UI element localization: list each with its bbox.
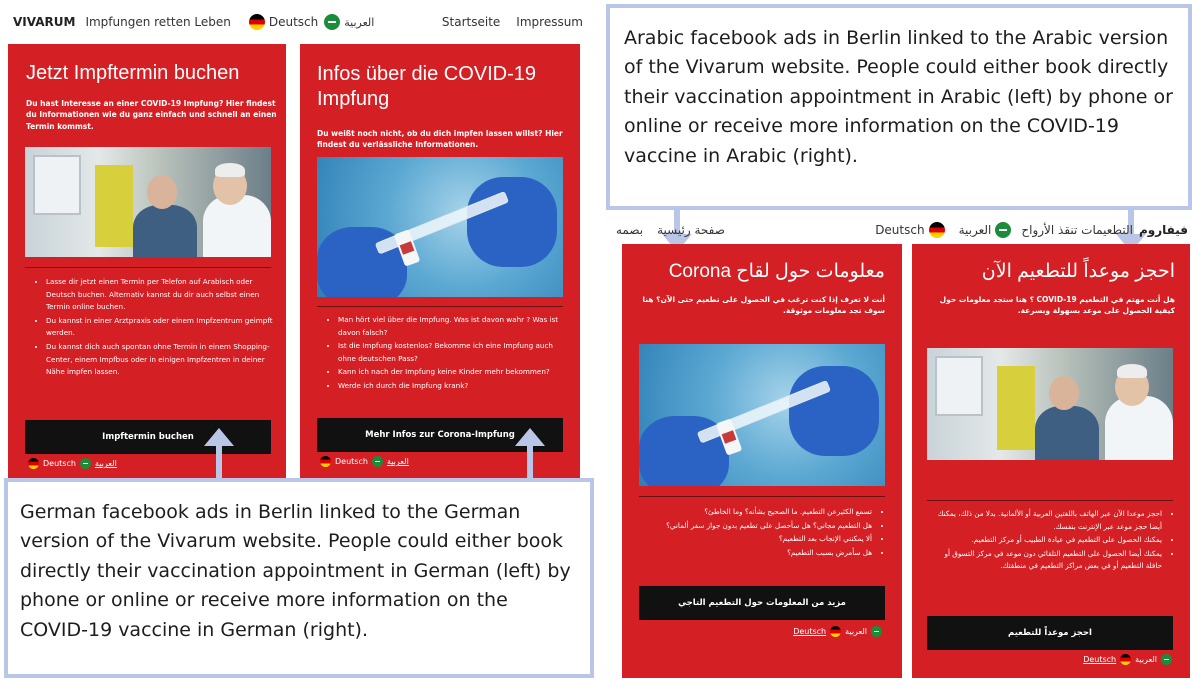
germany-flag-icon [928, 222, 945, 238]
saudi-flag-icon [995, 222, 1012, 238]
saudi-flag-icon [324, 14, 341, 30]
card-intro: Du hast Interesse an einer COVID-19 Impf… [26, 99, 277, 131]
card-lang-switch: Deutsch العربية [320, 456, 409, 467]
card-lang-ar[interactable]: العربية [387, 457, 409, 466]
arabic-caption-text: Arabic facebook ads in Berlin linked to … [624, 27, 1173, 167]
card-lang-ar[interactable]: العربية [1135, 655, 1157, 664]
german-nav-bar: VIVARUM Impfungen retten Leben Deutsch ا… [13, 8, 583, 36]
card-title: معلومات حول لقاح Corona [668, 261, 885, 282]
card-bullet-list: Man hört viel über die Impfung. Was ist … [338, 314, 572, 394]
card-bullet-list: احجز موعدا الآن عبر الهاتف باللغتين العر… [930, 508, 1162, 574]
list-item: Du kannst in einer Arztpraxis oder einem… [46, 315, 278, 340]
list-item: Kann ich nach der Impfung keine Kinder m… [338, 366, 572, 379]
card-intro: هل أنت مهتم في التطعيم COVID-19 ؟ هنا ست… [939, 295, 1175, 316]
card-covid-info-ar: معلومات حول لقاح Corona أنت لا تعرف إذا … [622, 244, 902, 678]
list-item: Werde ich durch die Impfung krank? [338, 380, 572, 393]
card-lang-de[interactable]: Deutsch [43, 459, 76, 468]
lang-switch-ar[interactable]: العربية [959, 223, 992, 237]
saudi-flag-icon [79, 458, 91, 469]
list-item: Du kannst dich auch spontan ohne Termin … [46, 341, 278, 379]
saudi-flag-icon [1161, 654, 1172, 665]
list-item: يمكنك أيضا الحصول على التطعيم التلقائي د… [930, 548, 1162, 573]
card-bullet-list: تسمع الكثيرعن التطعيم. ما الصحيح بشأنه؟ … [638, 506, 872, 560]
card-lang-switch: العربية Deutsch [793, 626, 882, 637]
tagline: التطعيمات تنقذ الأرواح [1021, 223, 1133, 237]
card-intro: أنت لا تعرف إذا كنت ترغب في الحصول على ت… [642, 295, 885, 316]
germany-flag-icon [320, 456, 331, 467]
card-covid-info-de: Infos über die COVID-19 Impfung Du weißt… [300, 44, 580, 478]
lang-switch-de[interactable]: Deutsch [875, 223, 924, 237]
nav-link-home[interactable]: Startseite [442, 15, 500, 29]
card-title: Jetzt Impftermin buchen [26, 62, 240, 84]
book-appointment-button[interactable]: احجز موعداً للتطعيم [927, 616, 1173, 650]
brand-logo[interactable]: VIVARUM [13, 15, 75, 29]
card-title: احجز موعداً للتطعيم الآن [981, 261, 1175, 282]
more-info-button[interactable]: مزيد من المعلومات حول التطعيم التاجي [639, 586, 885, 620]
germany-flag-icon [1120, 654, 1132, 665]
card-lang-de[interactable]: Deutsch [335, 457, 368, 466]
arrow-up-icon [527, 444, 533, 480]
card-lang-switch: Deutsch العربية [28, 458, 117, 469]
card-title: Infos über die COVID-19 Impfung [317, 63, 536, 110]
arabic-caption-box: Arabic facebook ads in Berlin linked to … [606, 4, 1192, 210]
card-intro: Du weißt noch nicht, ob du dich impfen l… [317, 129, 563, 150]
brand-logo[interactable]: فيفاروم [1139, 223, 1188, 237]
vaccine-syringe-photo [317, 157, 563, 297]
card-bullet-list: Lasse dir jetzt einen Termin per Telefon… [46, 276, 278, 380]
card-lang-de[interactable]: Deutsch [1083, 655, 1116, 664]
list-item: Lasse dir jetzt einen Termin per Telefon… [46, 276, 278, 314]
germany-flag-icon [28, 458, 39, 469]
arrow-up-icon [216, 444, 222, 480]
list-item: تسمع الكثيرعن التطعيم. ما الصحيح بشأنه؟ … [638, 506, 872, 519]
nav-link-home[interactable]: صفحة رئيسية [657, 223, 725, 237]
book-appointment-button[interactable]: Impftermin buchen [25, 420, 271, 454]
card-lang-de[interactable]: Deutsch [793, 627, 826, 636]
arrow-up-icon [204, 428, 234, 446]
germany-flag-icon [830, 626, 842, 637]
card-lang-switch: العربية Deutsch [1083, 654, 1172, 665]
card-lang-ar[interactable]: العربية [95, 459, 117, 468]
lang-switch-de[interactable]: Deutsch [269, 15, 318, 29]
list-item: هل سأمرض بسبب التطعيم؟ [638, 547, 872, 560]
card-lang-ar[interactable]: العربية [845, 627, 867, 636]
saudi-flag-icon [371, 456, 383, 467]
list-item: هل التطعيم مجاني؟ هل سأحصل على تطعيم بدو… [638, 520, 872, 533]
list-item: ألا يمكنني الإنجاب بعد التطعيم؟ [638, 533, 872, 546]
doctor-patient-photo [25, 147, 271, 257]
german-website-screenshot: VIVARUM Impfungen retten Leben Deutsch ا… [0, 0, 594, 680]
card-book-appointment-de: Jetzt Impftermin buchen Du hast Interess… [8, 44, 286, 478]
germany-flag-icon [248, 14, 265, 30]
list-item: يمكنك الحصول على التطعيم في عيادة الطبيب… [930, 534, 1162, 547]
lang-switch-ar[interactable]: العربية [344, 16, 374, 29]
nav-link-imprint[interactable]: بصمه [616, 223, 643, 237]
list-item: Man hört viel über die Impfung. Was ist … [338, 314, 572, 339]
arabic-nav-bar: فيفاروم التطعيمات تنقذ الأرواح العربية D… [616, 216, 1188, 244]
list-item: احجز موعدا الآن عبر الهاتف باللغتين العر… [930, 508, 1162, 533]
card-book-appointment-ar: احجز موعداً للتطعيم الآن هل أنت مهتم في … [912, 244, 1190, 678]
vaccine-syringe-photo [639, 344, 885, 486]
saudi-flag-icon [871, 626, 882, 637]
arrow-up-icon [515, 428, 545, 446]
doctor-patient-photo [927, 348, 1173, 460]
tagline: Impfungen retten Leben [85, 15, 231, 29]
list-item: Ist die Impfung kostenlos? Bekomme ich e… [338, 340, 572, 365]
nav-link-imprint[interactable]: Impressum [516, 15, 583, 29]
arabic-website-screenshot: Arabic facebook ads in Berlin linked to … [606, 0, 1192, 680]
german-caption-text: German facebook ads in Berlin linked to … [20, 501, 571, 641]
german-caption-box: German facebook ads in Berlin linked to … [4, 478, 594, 678]
